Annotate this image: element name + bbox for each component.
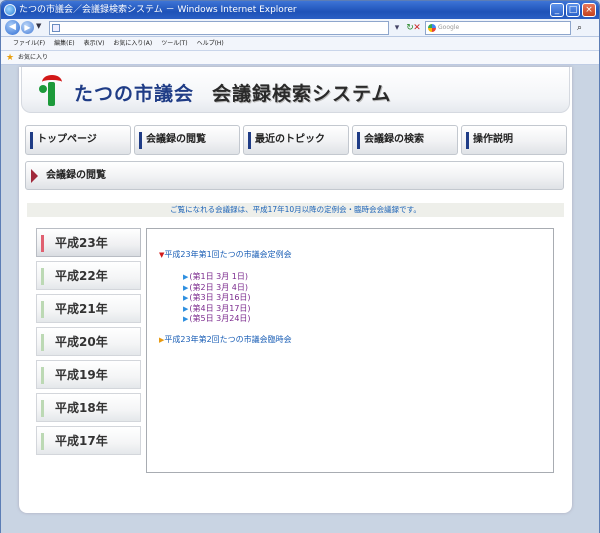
- address-input[interactable]: [49, 21, 389, 35]
- year-tab-h18[interactable]: 平成18年: [36, 393, 141, 422]
- ie-icon: [4, 4, 16, 16]
- year-tab-h17[interactable]: 平成17年: [36, 426, 141, 455]
- address-bar-row: ◀ ▶ ▼ ▾ ↻ ✕ Google ⌕: [1, 19, 599, 37]
- window-title: たつの市議会／会議録検索システム － Windows Internet Expl…: [19, 5, 297, 15]
- day-link-3[interactable]: ▶(第3日 3月16日): [183, 293, 251, 304]
- year-tab-h20[interactable]: 平成20年: [36, 327, 141, 356]
- session-days: ▶(第1日 3月 1日) ▶(第2日 3月 4日) ▶(第3日 3月16日) ▶…: [183, 272, 251, 325]
- google-icon: [428, 24, 436, 32]
- year-tab-h22[interactable]: 平成22年: [36, 261, 141, 290]
- year-tab-h19[interactable]: 平成19年: [36, 360, 141, 389]
- stop-icon[interactable]: ✕: [411, 21, 423, 35]
- page-icon: [52, 24, 60, 32]
- bullet-arrow-icon: ▶: [183, 304, 189, 313]
- menu-bar: ファイル(F) 編集(E) 表示(V) お気に入り(A) ツール(T) ヘルプ(…: [1, 37, 599, 51]
- site-name-system: 会議録検索システム: [212, 83, 392, 105]
- bullet-arrow-icon: ▶: [183, 294, 189, 302]
- menu-edit[interactable]: 編集(E): [54, 37, 74, 50]
- day-link-5[interactable]: ▶(第5日 3月24日): [183, 314, 251, 325]
- section-title: 会議録の閲覧: [46, 170, 106, 181]
- day-link-4[interactable]: ▶(第4日 3月17日): [183, 304, 251, 315]
- year-tab-h21[interactable]: 平成21年: [36, 294, 141, 323]
- site-header: たつの市議会 会議録検索システム: [21, 67, 570, 113]
- menu-tools[interactable]: ツール(T): [161, 37, 187, 50]
- year-tab-h23[interactable]: 平成23年: [36, 228, 141, 257]
- menu-help[interactable]: ヘルプ(H): [197, 37, 224, 50]
- close-button[interactable]: ×: [582, 3, 596, 17]
- day-link-2[interactable]: ▶(第2日 3月 4日): [183, 283, 251, 294]
- history-dropdown-icon[interactable]: ▼: [36, 22, 41, 30]
- menu-favorites[interactable]: お気に入り(A): [113, 37, 152, 50]
- session-link-extraordinary[interactable]: ▶平成23年第2回たつの市議会臨時会: [159, 334, 292, 345]
- search-icon[interactable]: ⌕: [577, 21, 589, 35]
- bullet-arrow-icon: ▶: [183, 283, 189, 292]
- triangle-right-icon: [31, 169, 38, 183]
- search-placeholder: Google: [438, 24, 460, 31]
- bullet-arrow-icon: ▶: [183, 315, 189, 323]
- city-logo-icon: [36, 75, 68, 107]
- site-name-assembly: たつの市議会: [74, 83, 195, 105]
- nav-recent-topics[interactable]: 最近のトピック: [243, 125, 349, 155]
- nav-instructions[interactable]: 操作説明: [461, 125, 567, 155]
- notice-text: ご覧になれる会議録は、平成17年10月以降の定例会・臨時会会議録です。: [27, 203, 564, 217]
- session-link-regular[interactable]: ▼平成23年第1回たつの市議会定例会: [159, 249, 292, 260]
- address-dropdown-icon[interactable]: ▾: [391, 21, 403, 35]
- page-body: たつの市議会 会議録検索システム トップページ 会議録の閲覧 最近のトピック 会…: [19, 67, 572, 513]
- bullet-arrow-icon: ▶: [183, 273, 189, 281]
- section-heading: 会議録の閲覧: [25, 161, 564, 190]
- menu-view[interactable]: 表示(V): [84, 37, 105, 50]
- favorites-label[interactable]: お気に入り: [18, 54, 48, 61]
- favorites-bar: ★ お気に入り: [1, 51, 599, 65]
- title-bar: たつの市議会／会議録検索システム － Windows Internet Expl…: [1, 1, 599, 19]
- session-panel: ▼平成23年第1回たつの市議会定例会 ▶(第1日 3月 1日) ▶(第2日 3月…: [146, 228, 554, 473]
- menu-file[interactable]: ファイル(F): [13, 37, 45, 50]
- maximize-button[interactable]: □: [566, 3, 580, 17]
- nav-search-minutes[interactable]: 会議録の検索: [352, 125, 458, 155]
- favorites-star-icon[interactable]: ★: [6, 53, 14, 63]
- page-viewport: たつの市議会 会議録検索システム トップページ 会議録の閲覧 最近のトピック 会…: [1, 65, 599, 533]
- day-link-1[interactable]: ▶(第1日 3月 1日): [183, 272, 251, 283]
- global-nav: トップページ 会議録の閲覧 最近のトピック 会議録の検索 操作説明: [25, 125, 567, 155]
- back-arrow-icon[interactable]: ◀: [5, 20, 20, 35]
- forward-arrow-icon[interactable]: ▶: [21, 21, 34, 34]
- nav-browse-minutes[interactable]: 会議録の閲覧: [134, 125, 240, 155]
- browser-window: たつの市議会／会議録検索システム － Windows Internet Expl…: [0, 0, 600, 533]
- minimize-button[interactable]: _: [550, 3, 564, 17]
- year-list: 平成23年 平成22年 平成21年 平成20年 平成19年 平成18年 平成17…: [36, 228, 141, 459]
- search-input[interactable]: Google: [425, 21, 571, 35]
- nav-top-page[interactable]: トップページ: [25, 125, 131, 155]
